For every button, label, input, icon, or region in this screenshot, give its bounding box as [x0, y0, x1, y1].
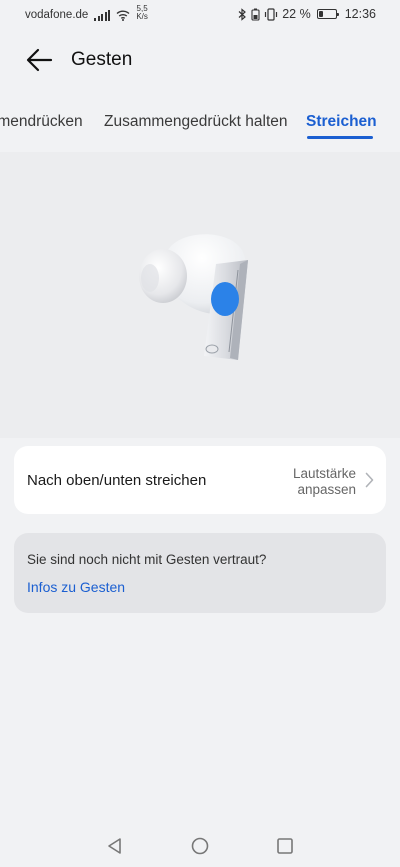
battery-icon — [316, 9, 340, 19]
status-bar: vodafone.de 5,5 K/s 22 % 12:36 — [0, 0, 400, 30]
clock: 12:36 — [344, 7, 376, 21]
vibrate-icon — [265, 7, 278, 21]
recents-square-icon[interactable] — [275, 836, 295, 856]
battery-percent: 22 % — [282, 7, 311, 21]
swipe-setting-value-line1: Lautstärke — [292, 466, 356, 481]
active-tab-indicator — [307, 136, 373, 139]
gesture-help-link[interactable]: Infos zu Gesten — [27, 579, 125, 595]
chevron-right-icon — [365, 472, 374, 488]
network-speed: 5,5 K/s — [136, 5, 148, 21]
gesture-tabs: Zusammendrücken Zusammengedrückt halten … — [0, 108, 400, 150]
tab-squeeze-label: Zusammendrücken — [0, 113, 83, 130]
tab-squeeze-and-hold[interactable]: Zusammengedrückt halten — [104, 113, 288, 131]
home-circle-icon[interactable] — [190, 836, 210, 856]
headset-battery-icon — [251, 8, 260, 21]
network-speed-unit: K/s — [136, 12, 148, 21]
illustration-panel — [0, 152, 400, 438]
status-right: 22 % 12:36 — [237, 7, 376, 21]
tab-squeeze[interactable]: Zusammendrücken — [0, 113, 83, 131]
system-nav-bar — [0, 830, 400, 860]
swipe-setting-value: Lautstärke anpassen — [266, 466, 356, 498]
swipe-setting-card[interactable]: Nach oben/unten streichen Lautstärke anp… — [14, 446, 386, 514]
app-header: Gesten — [0, 40, 400, 80]
gestures-screen: vodafone.de 5,5 K/s 22 % 12:36 Gesten me… — [0, 0, 400, 867]
status-left: vodafone.de 5,5 K/s — [25, 5, 148, 22]
gesture-help-card: Sie sind noch nicht mit Gesten vertraut?… — [14, 533, 386, 613]
back-arrow-icon[interactable] — [24, 46, 54, 74]
earbud-illustration — [139, 234, 248, 360]
swipe-setting-value-line2: anpassen — [297, 482, 356, 497]
wifi-icon — [116, 10, 130, 21]
gesture-help-question: Sie sind noch nicht mit Gesten vertraut? — [27, 552, 267, 567]
signal-icon — [94, 9, 111, 21]
carrier-name: vodafone.de — [25, 9, 89, 21]
back-triangle-icon[interactable] — [105, 836, 125, 856]
swipe-setting-label: Nach oben/unten streichen — [27, 472, 207, 489]
tab-swipe[interactable]: Streichen — [306, 113, 377, 131]
bluetooth-icon — [238, 7, 247, 21]
page-title: Gesten — [71, 49, 133, 70]
